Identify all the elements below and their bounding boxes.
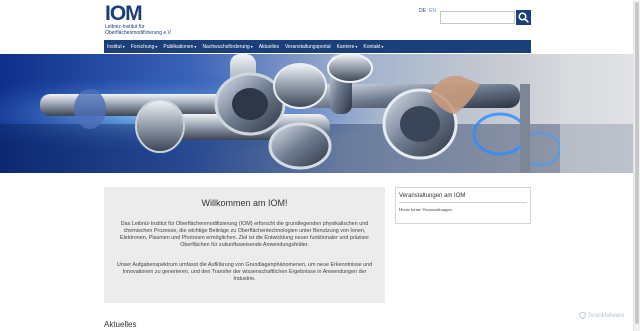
chevron-down-icon: ▾ — [194, 44, 197, 49]
nav-item-label: Institut — [107, 43, 122, 50]
news-heading: Aktuelles — [104, 320, 137, 329]
nav-item-label: Publikationen — [163, 43, 194, 50]
nav-item-forschung[interactable]: Forschung ▾ — [128, 40, 161, 53]
language-en-link[interactable]: EN — [429, 8, 436, 14]
chevron-down-icon: ▾ — [355, 44, 358, 49]
logo-line-2: Oberflächenmodifizierung e.V. — [105, 30, 172, 36]
watermark-text: ScanMalware — [588, 312, 625, 319]
nav-item-karriere[interactable]: Karriere ▾ — [334, 40, 361, 53]
search-icon — [518, 12, 529, 23]
nav-item-label: Nachwuchsförderung — [202, 43, 250, 50]
main-navigation: Institut ▾ Forschung ▾ Publikationen ▾ Nach… — [104, 40, 531, 53]
events-empty-text: Heute keine Veranstaltungen. — [399, 207, 453, 212]
watermark: ScanMalware — [579, 312, 624, 319]
events-title: Veranstaltungen am IOM — [399, 193, 466, 199]
nav-item-nachwuchsfoerderung[interactable]: Nachwuchsförderung ▾ — [199, 40, 255, 53]
nav-item-label: Forschung — [130, 43, 155, 50]
logo-mark: IOM — [105, 2, 143, 25]
chevron-down-icon: ▾ — [381, 44, 384, 49]
chevron-down-icon: ▾ — [155, 44, 158, 49]
shield-icon — [579, 312, 586, 319]
nav-item-label: Aktuelles — [258, 43, 279, 50]
search-button[interactable] — [516, 10, 531, 25]
search-input[interactable] — [440, 11, 515, 24]
hero-image — [0, 54, 634, 173]
events-divider — [399, 202, 527, 203]
welcome-paragraph-1: Das Leibniz-Institut für Oberflächenmodi… — [119, 221, 369, 248]
scrollbar-thumb[interactable] — [635, 2, 639, 324]
page-scrollbar[interactable] — [633, 0, 640, 331]
nav-item-aktuelles[interactable]: Aktuelles — [256, 40, 282, 53]
nav-item-label: Veranstaltungsportal — [285, 43, 331, 50]
nav-item-institut[interactable]: Institut ▾ — [104, 40, 128, 53]
logo[interactable]: IOM Leibniz-Institut für Oberflächenmodi… — [105, 2, 195, 38]
events-widget: Veranstaltungen am IOM Heute keine Veran… — [395, 187, 531, 224]
nav-item-publikationen[interactable]: Publikationen ▾ — [160, 40, 199, 53]
nav-item-label: Kontakt — [363, 43, 381, 50]
nav-item-kontakt[interactable]: Kontakt ▾ — [360, 40, 386, 53]
language-de-link[interactable]: DE — [419, 8, 426, 14]
chevron-down-icon: ▾ — [250, 44, 253, 49]
welcome-title: Willkommen am IOM! — [201, 198, 288, 208]
welcome-panel: Willkommen am IOM! Das Leibniz-Institut … — [104, 187, 385, 303]
welcome-paragraph-2: Unser Aufgabenspektrum umfasst die Aufkl… — [116, 262, 373, 282]
nav-item-label: Karriere — [336, 43, 355, 50]
nav-item-veranstaltungsportal[interactable]: Veranstaltungsportal — [282, 40, 334, 53]
chevron-down-icon: ▾ — [122, 44, 125, 49]
